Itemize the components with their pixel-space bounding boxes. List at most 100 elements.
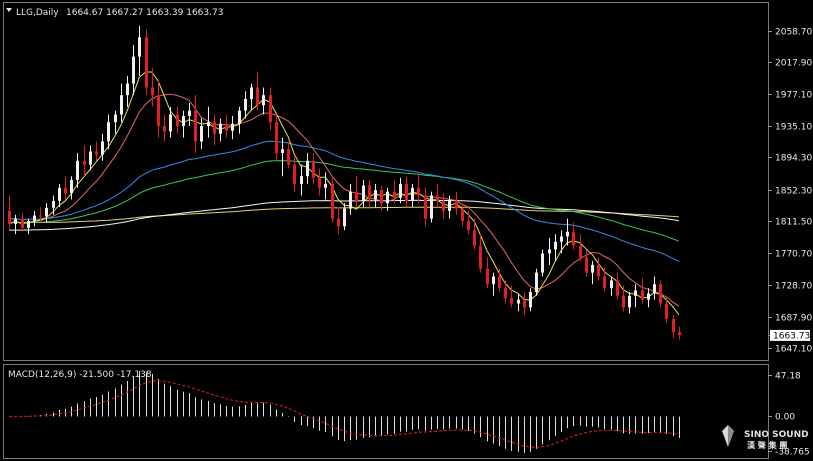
candle-body: [467, 220, 470, 231]
macd-series: [9, 370, 680, 453]
candle-body: [287, 149, 290, 165]
candle-body: [504, 288, 507, 299]
candle-body: [393, 191, 396, 198]
price-tick-label: 1811.50: [775, 218, 812, 228]
candle-body: [572, 231, 575, 246]
candle-body: [95, 151, 98, 155]
candle-body: [517, 299, 520, 304]
macd-tick-label: 0.00: [775, 413, 795, 423]
candle-body: [256, 87, 259, 106]
candle-body: [281, 149, 284, 154]
sino-sound-logo: SINO SOUND 漢 聲 集 團: [722, 425, 809, 450]
price-tick-label: 2017.90: [775, 59, 812, 69]
candle-body: [188, 110, 191, 117]
candle-body: [498, 276, 501, 289]
logo-chinese: 漢 聲 集 團: [747, 440, 787, 450]
last-price-label: 1663.73: [773, 331, 810, 341]
candle-body: [548, 249, 551, 254]
ma-line-5: [8, 71, 680, 316]
candle-body: [585, 257, 588, 273]
candle-body: [45, 207, 48, 217]
candle-body: [405, 183, 408, 201]
candle-body: [430, 195, 433, 219]
candle-body: [52, 200, 55, 208]
candle-body: [634, 290, 637, 296]
candle-body: [337, 218, 340, 227]
candle-body: [275, 122, 278, 154]
candle-body: [176, 114, 179, 127]
candle-body: [386, 191, 389, 204]
candle-body: [114, 114, 117, 123]
candle-body: [132, 56, 135, 84]
price-tick-label: 1977.10: [775, 91, 812, 101]
price-tick-label: 1687.90: [775, 314, 812, 324]
price-tick-label: 1647.10: [775, 345, 812, 355]
candle-body: [207, 122, 210, 127]
candle-body: [262, 95, 265, 106]
candle-body: [610, 280, 613, 289]
candle-body: [541, 253, 544, 273]
candle-body: [14, 218, 17, 225]
candle-body: [473, 230, 476, 246]
candle-body: [399, 183, 402, 198]
candle-body: [622, 295, 625, 308]
candle-body: [653, 284, 656, 294]
candle-body: [145, 37, 148, 88]
candle-body: [250, 87, 253, 100]
main-panel-frame: [3, 2, 769, 361]
candle-body: [647, 293, 650, 300]
candle-body: [374, 190, 377, 200]
price-tick-label: 1894.30: [775, 154, 812, 164]
candle-body: [523, 299, 526, 308]
logo-brand: SINO SOUND: [744, 430, 809, 440]
candle-body: [300, 176, 303, 184]
candlestick-series: [8, 25, 681, 340]
candle-body: [417, 187, 420, 196]
candle-body: [33, 215, 36, 221]
candle-body: [616, 280, 619, 296]
candle-body: [672, 318, 675, 333]
candle-body: [39, 215, 42, 217]
candle-body: [58, 187, 61, 201]
macd-label: MACD(12,26,9) -21.500 -17.138: [8, 370, 152, 380]
candle-body: [486, 268, 489, 285]
candle-body: [83, 160, 86, 165]
candle-body: [641, 290, 644, 300]
candle-body: [324, 183, 327, 188]
candle-body: [659, 284, 662, 304]
candle-body: [678, 332, 681, 336]
candle-body: [529, 291, 532, 308]
candle-body: [510, 298, 513, 304]
candle-body: [628, 295, 631, 308]
menu-arrow-icon[interactable]: [6, 8, 12, 12]
candle-body: [138, 37, 141, 57]
chart-window: 2058.70 2017.90 1977.10 1935.10 1894.30 1852.…: [0, 0, 813, 461]
candle-body: [349, 191, 352, 209]
candle-body: [554, 241, 557, 250]
candle-body: [411, 187, 414, 201]
candle-body: [436, 195, 439, 201]
candle-body: [269, 95, 272, 123]
candle-body: [89, 151, 92, 165]
candle-body: [380, 190, 383, 204]
candle-body: [343, 208, 346, 227]
candle-body: [8, 210, 11, 225]
candle-body: [560, 236, 563, 242]
candle-body: [597, 264, 600, 277]
candle-body: [169, 114, 172, 132]
candle-body: [64, 187, 67, 194]
candle-body: [182, 116, 185, 127]
candle-body: [21, 218, 24, 228]
candle-body: [231, 123, 234, 131]
candle-body: [200, 126, 203, 142]
price-tick-label: 1852.30: [775, 187, 812, 197]
chart-canvas: 2058.70 2017.90 1977.10 1935.10 1894.30 1852.…: [3, 2, 812, 459]
price-tick-label: 1728.70: [775, 282, 812, 292]
candle-body: [219, 123, 222, 134]
candle-body: [318, 177, 321, 188]
candle-body: [70, 180, 73, 194]
candle-body: [120, 95, 123, 115]
price-tick-label: 1935.10: [775, 123, 812, 133]
candle-body: [306, 160, 309, 177]
candle-body: [194, 110, 197, 142]
